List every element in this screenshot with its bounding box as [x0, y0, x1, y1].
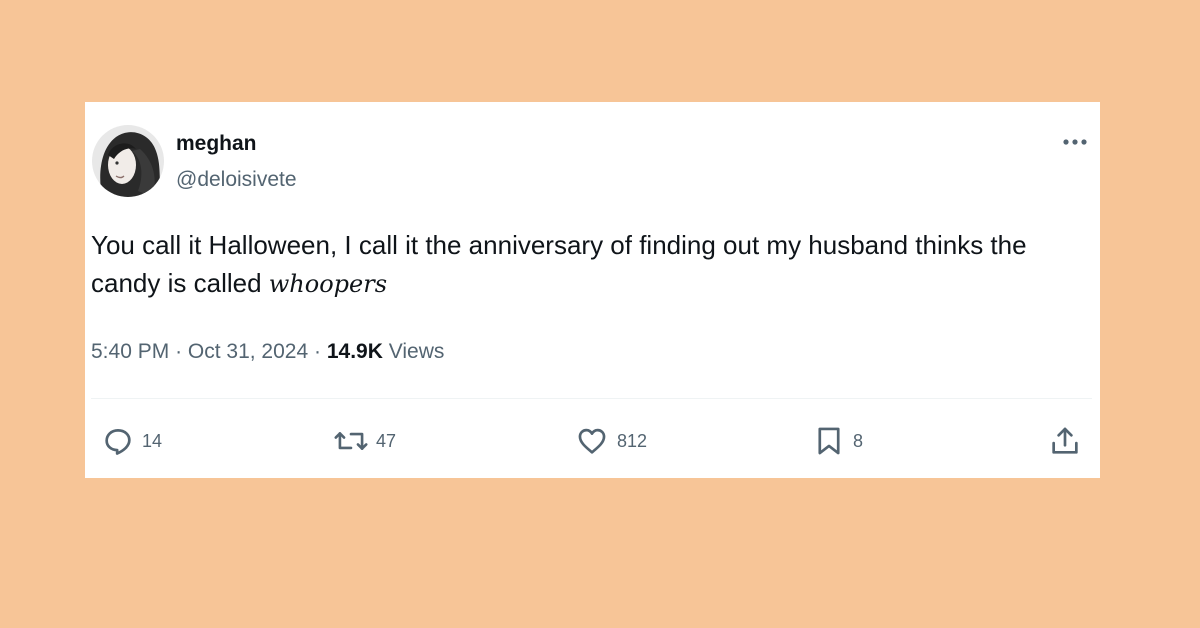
- meta-separator: ·: [314, 340, 321, 363]
- tweet-text-emphasis: whoopers: [268, 270, 388, 298]
- tweet-text: You call it Halloween, I call it the ann…: [91, 226, 1081, 303]
- share-icon: [1052, 427, 1078, 454]
- reply-icon: [105, 429, 131, 455]
- more-icon: [1063, 139, 1087, 145]
- user-handle[interactable]: @deloisivete: [176, 167, 297, 193]
- meta-separator: ·: [175, 340, 183, 363]
- display-name[interactable]: meghan: [176, 131, 257, 157]
- reply-button[interactable]: 14: [101, 424, 162, 458]
- tweet-time[interactable]: 5:40 PM: [91, 340, 169, 363]
- more-button[interactable]: [1058, 132, 1092, 152]
- bookmark-icon: [818, 427, 840, 455]
- avatar[interactable]: [92, 125, 164, 197]
- tweet-date[interactable]: Oct 31, 2024: [188, 340, 308, 363]
- like-icon: [578, 428, 606, 454]
- like-count: 812: [617, 430, 648, 451]
- divider: [91, 398, 1092, 399]
- bookmark-button[interactable]: 8: [812, 424, 863, 458]
- repost-icon: [334, 432, 368, 450]
- share-button[interactable]: [1048, 424, 1082, 458]
- bookmark-count: 8: [853, 430, 864, 451]
- views-count: 14.9K: [326, 340, 383, 363]
- repost-count: 47: [376, 430, 397, 451]
- reply-count: 14: [142, 430, 163, 451]
- views-label: Views: [388, 340, 445, 363]
- repost-button[interactable]: 47: [333, 424, 396, 458]
- tweet-text-main: You call it Halloween, I call it the ann…: [91, 230, 1027, 298]
- tweet-meta: 5:40 PM · Oct 31, 2024 · 14.9K Views: [91, 338, 444, 366]
- like-button[interactable]: 812: [574, 424, 647, 458]
